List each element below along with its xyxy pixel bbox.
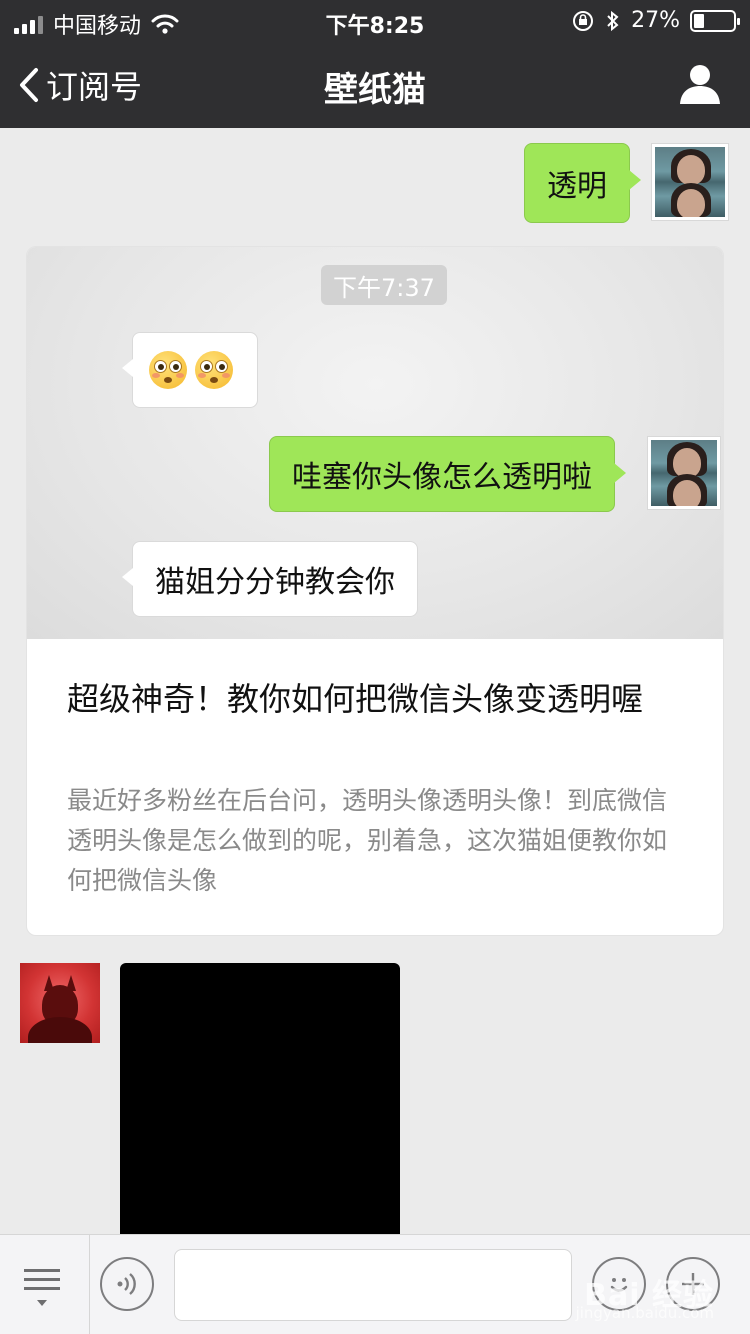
article-title: 超级神奇！教你如何把微信头像变透明喔 bbox=[67, 680, 644, 718]
sent-message-bubble[interactable]: 透明 bbox=[524, 143, 641, 223]
top-bar: 中国移动 下午8:25 27% 订阅号 壁纸猫 bbox=[0, 0, 750, 128]
cover-received-text: 猫姐分分钟教会你 bbox=[155, 565, 395, 600]
sent-message-text: 透明 bbox=[547, 169, 607, 204]
voice-icon bbox=[117, 1273, 136, 1295]
menu-toggle-button[interactable] bbox=[0, 1235, 90, 1334]
status-right: 27% bbox=[571, 8, 740, 33]
baidu-watermark-url: jingyan.baidu.com bbox=[575, 1304, 714, 1322]
sender-avatar[interactable] bbox=[20, 963, 100, 1043]
article-card[interactable]: 下午7:37 哇塞你头像怎么透明啦 猫姐分分钟教会你 超级神奇！教你如何把微信头… bbox=[26, 246, 724, 936]
article-cover-image: 下午7:37 哇塞你头像怎么透明啦 猫姐分分钟教会你 bbox=[27, 247, 723, 639]
cover-sent-bubble: 哇塞你头像怎么透明啦 bbox=[269, 436, 626, 512]
flushed-face-emoji bbox=[195, 351, 233, 389]
rotation-lock-icon bbox=[573, 10, 594, 31]
bluetooth-icon bbox=[607, 10, 619, 31]
my-avatar[interactable] bbox=[651, 143, 729, 221]
received-image[interactable] bbox=[120, 963, 400, 1253]
cover-time-stamp: 下午7:37 bbox=[321, 265, 447, 305]
menu-list-icon bbox=[24, 1269, 60, 1306]
nav-bar: 订阅号 壁纸猫 bbox=[0, 40, 750, 128]
cover-received-bubble: 猫姐分分钟教会你 bbox=[122, 541, 418, 617]
cover-sent-text: 哇塞你头像怎么透明啦 bbox=[292, 460, 592, 495]
voice-button[interactable] bbox=[100, 1257, 154, 1311]
battery-icon bbox=[690, 9, 740, 32]
message-input[interactable] bbox=[174, 1249, 572, 1321]
cover-emoji-bubble bbox=[122, 332, 258, 408]
status-bar: 中国移动 下午8:25 27% bbox=[0, 0, 750, 40]
cover-avatar bbox=[647, 436, 721, 510]
battery-percent: 27% bbox=[631, 8, 680, 33]
person-icon[interactable] bbox=[678, 64, 722, 104]
article-description: 最近好多粉丝在后台问，透明头像透明头像！到底微信透明头像是怎么做到的呢，别着急，… bbox=[67, 786, 668, 895]
page-title: 壁纸猫 bbox=[324, 70, 426, 110]
flushed-face-emoji bbox=[149, 351, 187, 389]
